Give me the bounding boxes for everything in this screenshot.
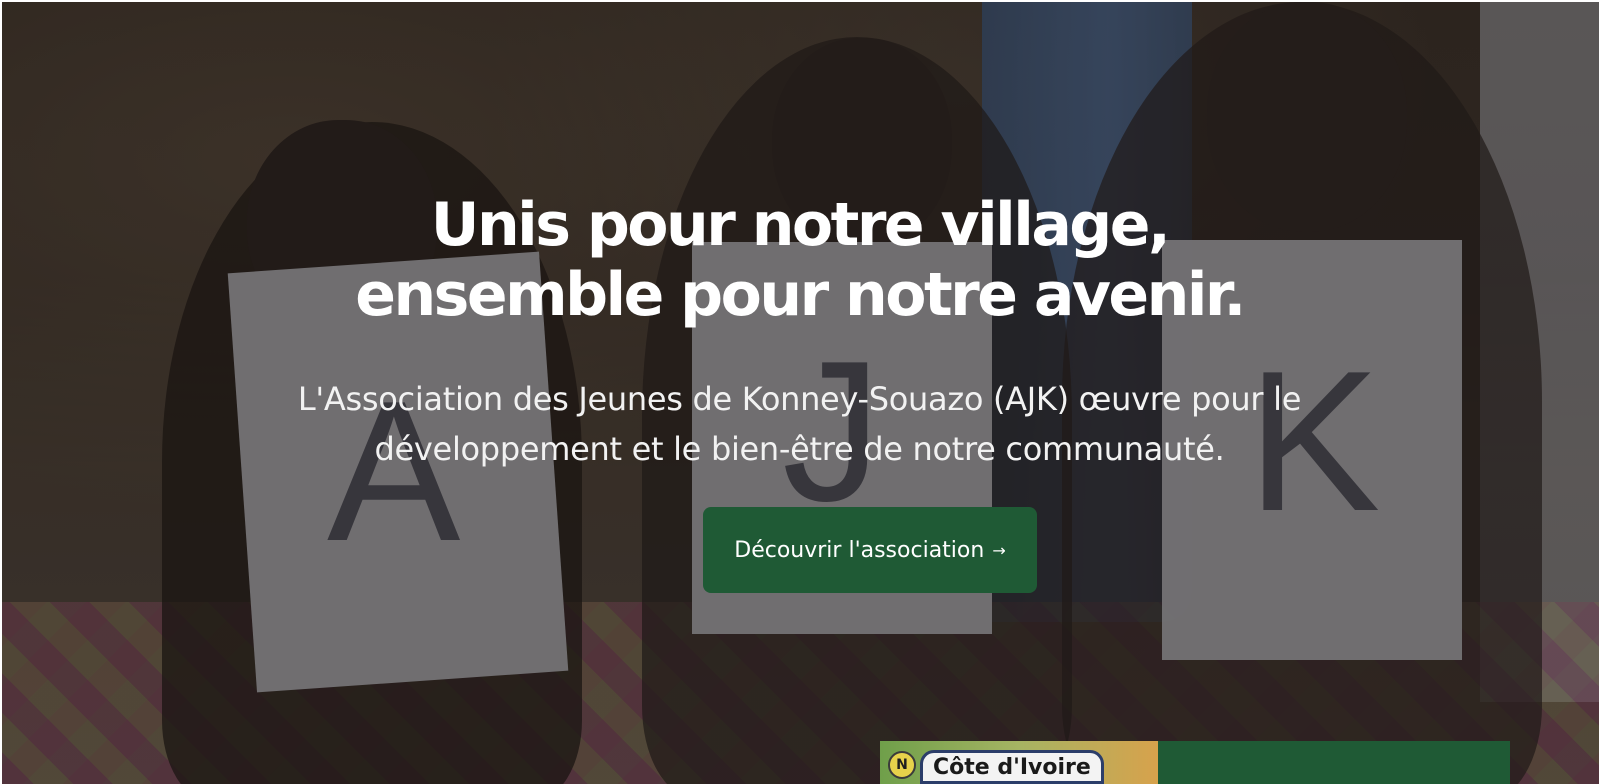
discover-association-button[interactable]: Découvrir l'association → bbox=[703, 507, 1037, 593]
hero-title: Unis pour notre village, ensemble pour n… bbox=[250, 190, 1350, 330]
info-card bbox=[1158, 741, 1510, 784]
compass-icon: N bbox=[888, 751, 916, 779]
hero-subtitle: L'Association des Jeunes de Konney-Souaz… bbox=[190, 374, 1410, 474]
cta-label: Découvrir l'association bbox=[734, 537, 985, 563]
hero-title-line-1: Unis pour notre village, bbox=[430, 190, 1171, 260]
arrow-right-icon: → bbox=[992, 540, 1006, 560]
hero-subtitle-line-1: L'Association des Jeunes de Konney-Souaz… bbox=[297, 380, 1302, 418]
hero-content: Unis pour notre village, ensemble pour n… bbox=[0, 190, 1599, 474]
hero-title-line-2: ensemble pour notre avenir. bbox=[355, 260, 1246, 330]
hero-subtitle-line-2: développement et le bien-être de notre c… bbox=[374, 430, 1225, 468]
map-country-label: Côte d'Ivoire bbox=[920, 750, 1104, 784]
map-thumbnail: N Côte d'Ivoire bbox=[880, 741, 1158, 784]
